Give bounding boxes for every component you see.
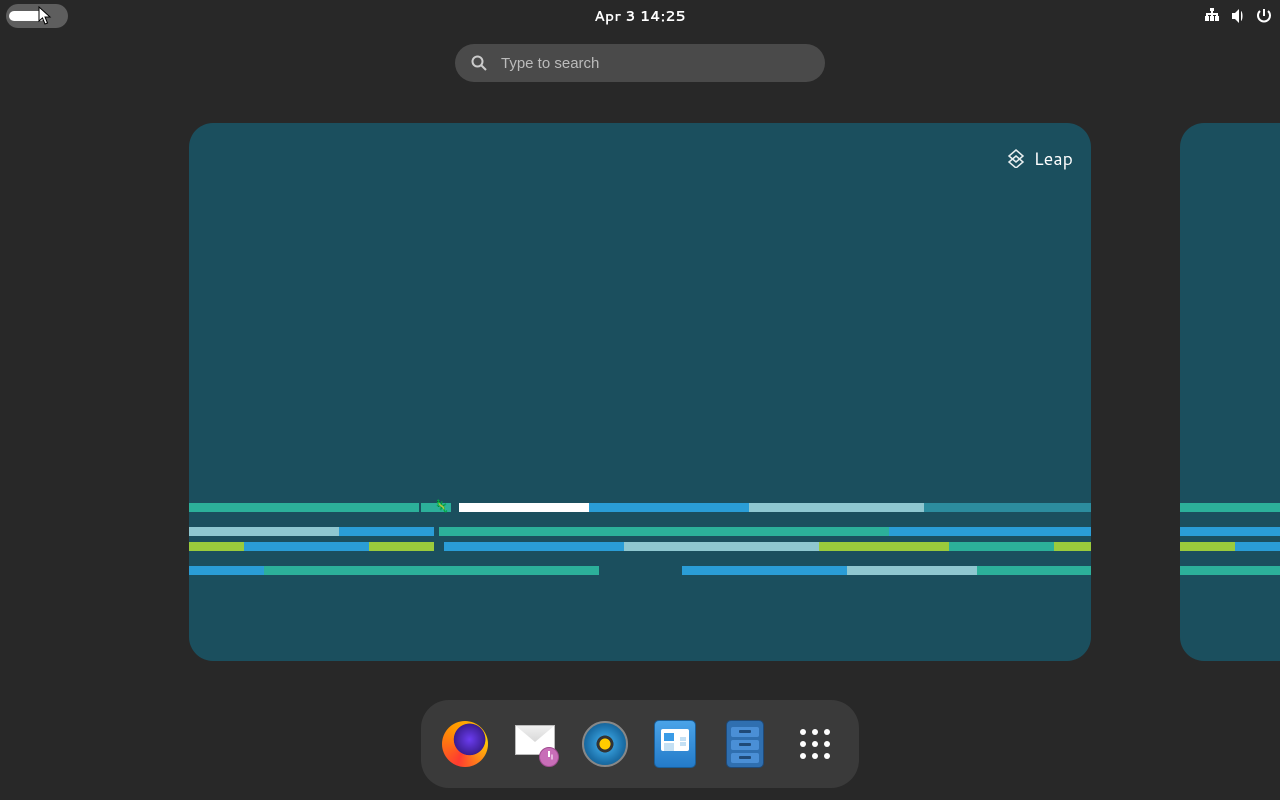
- search-input[interactable]: [501, 55, 809, 72]
- workspace-label: Leap: [1006, 145, 1073, 171]
- dock-app-evolution[interactable]: [511, 720, 559, 768]
- system-tray[interactable]: [1204, 0, 1272, 32]
- dock-app-rhythmbox[interactable]: [581, 720, 629, 768]
- dock-app-files[interactable]: [721, 720, 769, 768]
- wallpaper-stripes: 🦎: [189, 503, 1091, 623]
- top-bar: Apr 3 14:25: [0, 0, 1280, 32]
- dock: [421, 700, 859, 788]
- workspace-indicator: [9, 11, 45, 21]
- network-icon[interactable]: [1204, 8, 1220, 24]
- dock-app-firefox[interactable]: [441, 720, 489, 768]
- workspace-label-text: Leap: [1034, 145, 1073, 171]
- power-icon[interactable]: [1256, 8, 1272, 24]
- dock-app-libreoffice-writer[interactable]: [651, 720, 699, 768]
- speaker-icon: [582, 721, 628, 767]
- activities-button[interactable]: [6, 4, 68, 28]
- mail-icon: [513, 723, 557, 765]
- document-icon: [654, 720, 696, 768]
- firefox-icon: [442, 721, 488, 767]
- volume-icon[interactable]: [1230, 8, 1246, 24]
- workspaces-overview: Leap 🦎: [0, 122, 1280, 662]
- search-bar[interactable]: [455, 44, 825, 82]
- leap-icon: [1006, 148, 1026, 168]
- grid-icon: [800, 729, 830, 759]
- show-applications-button[interactable]: [791, 720, 839, 768]
- search-icon: [471, 55, 487, 71]
- workspace-1[interactable]: Leap 🦎: [189, 123, 1091, 661]
- workspace-2[interactable]: [1180, 123, 1280, 661]
- file-cabinet-icon: [726, 720, 764, 768]
- wallpaper-stripes: [1180, 503, 1280, 623]
- clock[interactable]: Apr 3 14:25: [594, 6, 686, 26]
